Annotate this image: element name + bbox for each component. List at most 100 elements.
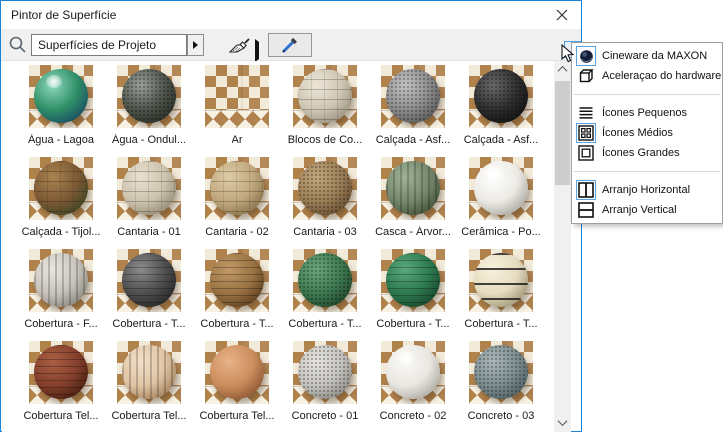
list-icon — [576, 103, 596, 123]
material-thumbnail — [293, 157, 357, 220]
material-sphere — [122, 345, 176, 399]
menu-item[interactable]: Arranjo Horizontal — [572, 180, 722, 200]
material-thumbnail — [205, 249, 269, 312]
material-thumbnail — [29, 65, 93, 128]
material-thumbnail — [469, 157, 533, 220]
material-label: Cobertura - T... — [464, 318, 537, 330]
material-tile[interactable]: Cantaria - 03 — [281, 157, 369, 249]
material-tile[interactable]: Concreto - 02 — [369, 341, 457, 432]
material-thumbnail — [205, 341, 269, 404]
paint-tool-button[interactable] — [227, 33, 253, 57]
material-label: Cantaria - 02 — [205, 226, 269, 238]
material-tile[interactable]: Casca - Árvor... — [369, 157, 457, 249]
material-tile[interactable]: Água - Ondul... — [105, 65, 193, 157]
scroll-down-button[interactable] — [554, 414, 571, 431]
material-tile[interactable]: Cobertura - T... — [105, 249, 193, 341]
material-sphere — [210, 253, 264, 307]
material-sphere — [122, 69, 176, 123]
material-sphere — [34, 253, 88, 307]
material-tile[interactable]: Ar — [193, 65, 281, 157]
menu-item[interactable]: Ícones Médios — [572, 123, 722, 143]
material-label: Cantaria - 03 — [293, 226, 357, 238]
material-thumbnail — [29, 157, 93, 220]
material-tile[interactable]: Cobertura - T... — [457, 249, 545, 341]
material-tile[interactable]: Concreto - 03 — [457, 341, 545, 432]
triangle-right-small-icon — [255, 39, 259, 62]
material-sphere — [298, 161, 352, 215]
material-tile[interactable]: Cobertura - T... — [369, 249, 457, 341]
eyedropper-icon — [280, 35, 300, 55]
material-sphere — [34, 345, 88, 399]
materials-panel: Água - Lagoa Água - Ondul... Ar Blocos d… — [2, 61, 554, 432]
menu-separator — [574, 94, 720, 95]
menu-item-label: Cineware da MAXON — [602, 50, 707, 62]
titlebar[interactable]: Pintor de Superfície — [1, 1, 581, 29]
view-options-menu: Cineware da MAXON Aceleraçao do hardware Í… — [571, 42, 723, 224]
material-label: Cobertura - T... — [112, 318, 185, 330]
material-thumbnail — [469, 341, 533, 404]
materials-grid: Água - Lagoa Água - Ondul... Ar Blocos d… — [2, 61, 554, 432]
material-sphere — [386, 69, 440, 123]
material-thumbnail — [293, 341, 357, 404]
scrollbar-thumb[interactable] — [555, 81, 570, 185]
material-thumbnail — [117, 249, 181, 312]
menu-item[interactable]: Aceleraçao do hardware — [572, 66, 722, 86]
material-sphere — [386, 161, 440, 215]
menu-item-label: Ícones Médios — [602, 127, 673, 139]
eyedropper-button[interactable] — [268, 33, 312, 57]
surface-painter-dialog: Pintor de Superfície Superfícies de Proj… — [0, 0, 582, 432]
material-tile[interactable]: Cobertura - T... — [193, 249, 281, 341]
material-tile[interactable]: Cantaria - 01 — [105, 157, 193, 249]
material-tile[interactable]: Água - Lagoa — [17, 65, 105, 157]
material-sphere — [386, 345, 440, 399]
vertical-scrollbar[interactable] — [554, 61, 571, 432]
chevron-down-icon — [558, 416, 568, 426]
material-label: Calçada - Asf... — [464, 134, 539, 146]
material-thumbnail — [29, 341, 93, 404]
material-tile[interactable]: Calçada - Tijol... — [17, 157, 105, 249]
material-label: Cobertura Tel... — [199, 410, 274, 422]
paint-tool-dropdown[interactable] — [255, 42, 259, 60]
menu-item[interactable]: Cineware da MAXON — [572, 46, 722, 66]
material-tile[interactable]: Cantaria - 02 — [193, 157, 281, 249]
material-label: Água - Lagoa — [28, 134, 94, 146]
material-sphere — [122, 161, 176, 215]
grid-icon — [576, 123, 596, 143]
menu-item-label: Arranjo Horizontal — [602, 184, 690, 196]
menu-item-label: Aceleraçao do hardware — [602, 70, 721, 82]
material-sphere — [298, 69, 352, 123]
material-tile[interactable]: Blocos de Co... — [281, 65, 369, 157]
menu-item[interactable]: Ícones Grandes — [572, 143, 722, 163]
material-tile[interactable]: Cobertura Tel... — [17, 341, 105, 432]
menu-item[interactable]: Arranjo Vertical — [572, 200, 722, 220]
material-tile[interactable]: Calçada - Asf... — [457, 65, 545, 157]
surface-filter-combobox[interactable]: Superfícies de Projeto — [31, 34, 187, 56]
menu-item-label: Ícones Pequenos — [602, 107, 687, 119]
material-tile[interactable]: Cobertura - F... — [17, 249, 105, 341]
split-horizontal-icon — [576, 180, 596, 200]
material-thumbnail — [29, 249, 93, 312]
material-sphere — [298, 253, 352, 307]
material-label: Calçada - Tijol... — [22, 226, 101, 238]
material-label: Ar — [232, 134, 243, 146]
material-label: Cerâmica - Po... — [461, 226, 540, 238]
close-button[interactable] — [551, 5, 573, 25]
material-label: Calçada - Asf... — [376, 134, 451, 146]
material-label: Cobertura - T... — [376, 318, 449, 330]
material-tile[interactable]: Cobertura Tel... — [193, 341, 281, 432]
material-tile[interactable]: Concreto - 01 — [281, 341, 369, 432]
material-label: Cobertura - T... — [288, 318, 361, 330]
material-thumbnail — [117, 65, 181, 128]
material-label: Cobertura - T... — [200, 318, 273, 330]
material-tile[interactable]: Cerâmica - Po... — [457, 157, 545, 249]
material-tile[interactable]: Calçada - Asf... — [369, 65, 457, 157]
material-label: Concreto - 02 — [380, 410, 447, 422]
menu-separator — [574, 171, 720, 172]
menu-item[interactable]: Ícones Pequenos — [572, 103, 722, 123]
material-tile[interactable]: Cobertura - T... — [281, 249, 369, 341]
material-label: Água - Ondul... — [112, 134, 186, 146]
material-label: Concreto - 01 — [292, 410, 359, 422]
surface-filter-dropdown-button[interactable] — [187, 34, 204, 56]
material-tile[interactable]: Cobertura Tel... — [105, 341, 193, 432]
material-sphere — [210, 345, 264, 399]
